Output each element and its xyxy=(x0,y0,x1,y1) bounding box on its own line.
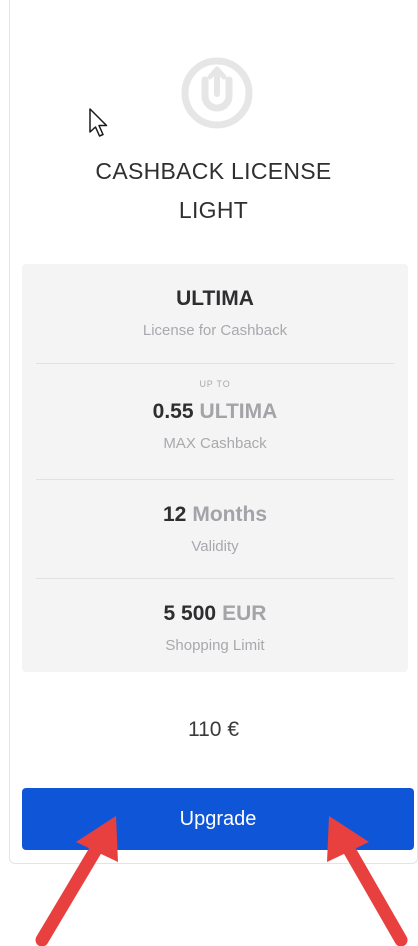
feature-value-row: 5 500 EUR xyxy=(22,603,408,624)
mouse-cursor-icon xyxy=(89,108,108,137)
feature-token: ULTIMA License for Cashback xyxy=(22,288,408,338)
feature-shopping-limit: 5 500 EUR Shopping Limit xyxy=(22,603,408,653)
feature-validity: 12 Months Validity xyxy=(22,504,408,554)
feature-value: 12 xyxy=(162,503,187,526)
feature-pre-label: UP TO xyxy=(199,379,231,389)
feature-value: ULTIMA xyxy=(176,287,254,310)
feature-divider xyxy=(36,363,394,364)
features-panel: ULTIMA License for Cashback UP TO 0.55 UL… xyxy=(22,264,408,672)
feature-caption: License for Cashback xyxy=(142,322,288,339)
screen: CASHBACK LICENSE LIGHT ULTIMA License fo… xyxy=(0,0,418,946)
feature-unit: EUR xyxy=(222,602,267,625)
annotation-arrow-icon xyxy=(327,816,408,946)
price-label: 110 € xyxy=(188,718,239,741)
feature-unit: ULTIMA xyxy=(199,400,278,423)
feature-value-row: 12 Months xyxy=(22,504,408,525)
license-title-line1: CASHBACK LICENSE xyxy=(95,158,332,184)
feature-caption: MAX Cashback xyxy=(163,435,267,452)
annotation-arrow-icon xyxy=(35,816,118,946)
feature-value-row: 0.55 ULTIMA xyxy=(22,401,408,422)
feature-divider xyxy=(36,479,394,480)
feature-cashback: UP TO 0.55 ULTIMA MAX Cashback xyxy=(22,379,408,452)
feature-caption: Shopping Limit xyxy=(165,637,265,654)
feature-unit: Months xyxy=(192,503,267,526)
feature-value: 0.55 xyxy=(152,400,194,423)
license-title-line2: LIGHT xyxy=(178,197,249,223)
feature-caption: Validity xyxy=(191,538,239,555)
feature-divider xyxy=(36,578,394,579)
feature-value: 5 500 xyxy=(163,602,217,625)
ultima-logo-icon xyxy=(181,57,253,129)
